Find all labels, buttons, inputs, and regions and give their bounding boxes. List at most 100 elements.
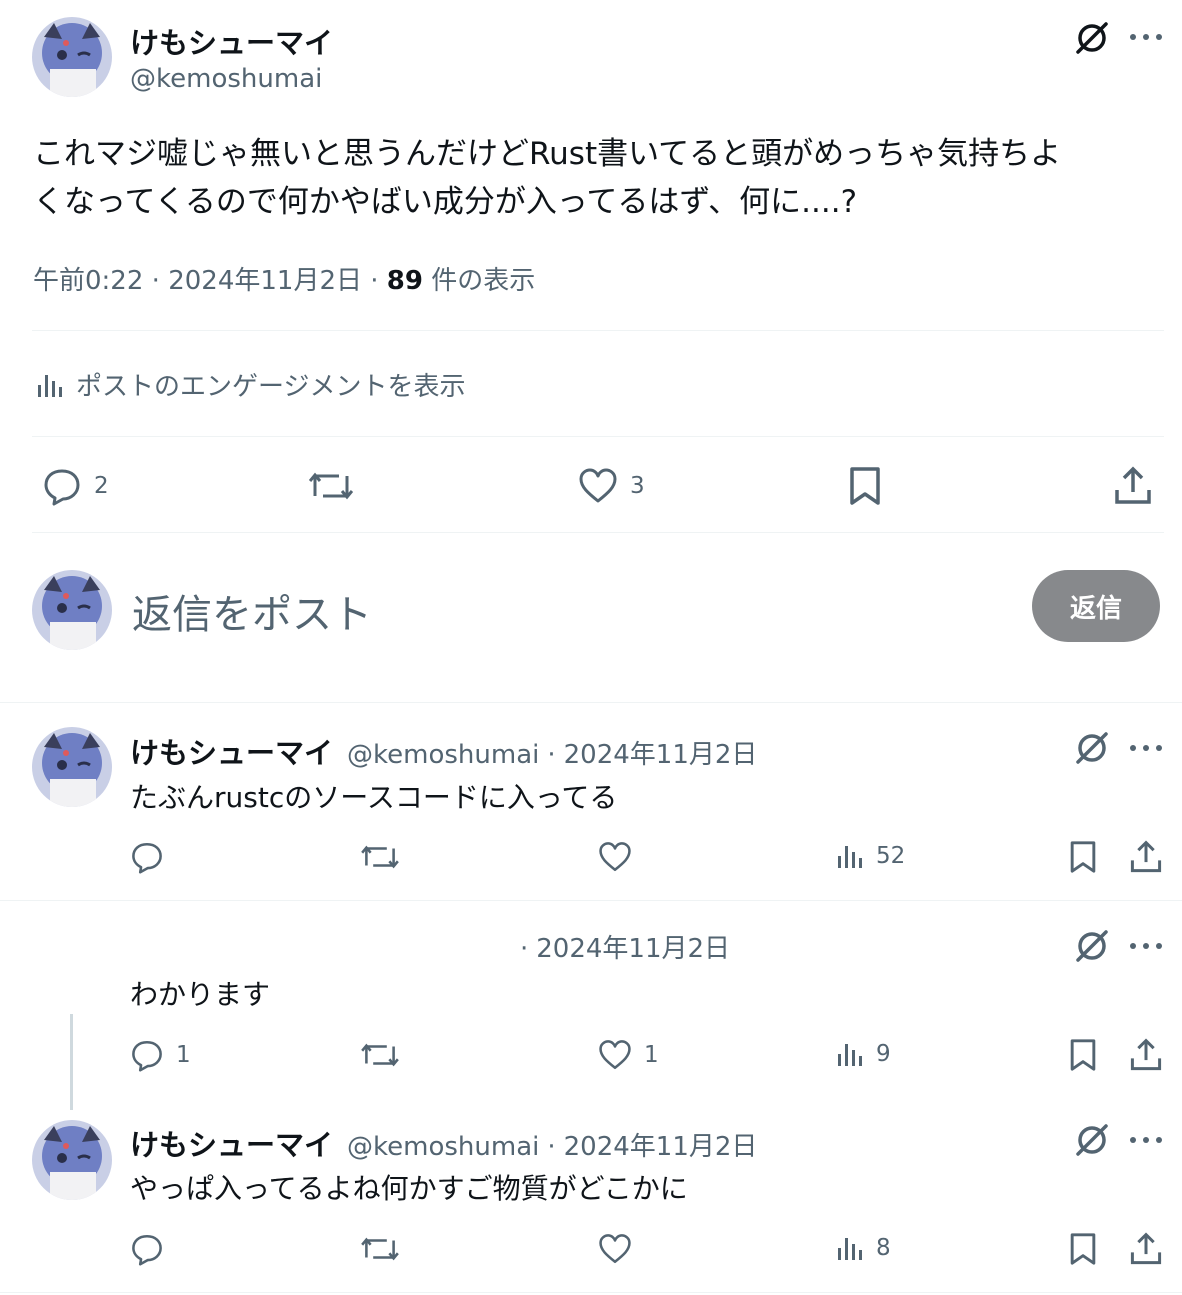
author-handle[interactable]: @kemoshumai (130, 64, 322, 94)
separator: · (520, 934, 529, 964)
grok-icon[interactable] (1073, 1121, 1111, 1159)
separator: · (151, 266, 160, 296)
post-text-line: くなってくるので何かやばい成分が入ってるはず、何に....? (33, 184, 858, 220)
reply-date[interactable]: 2024年11月2日 (536, 928, 730, 965)
more-icon[interactable] (1130, 941, 1162, 951)
like-icon (599, 1040, 631, 1070)
reply-icon (132, 1234, 162, 1266)
post-text-line: これマジ嘘じゃ無いと思うんだけどRust書いてると頭がめっちゃ気持ちよ (33, 136, 1062, 172)
separator: · (547, 740, 556, 770)
like-icon (599, 1234, 631, 1264)
author-name[interactable]: けもシューマイ (130, 20, 333, 62)
like-button[interactable] (598, 1232, 632, 1266)
reply-button[interactable]: 1 (130, 1038, 191, 1072)
views-icon (838, 1238, 862, 1260)
views-button[interactable]: 9 (836, 1040, 891, 1068)
bookmark-button[interactable] (847, 466, 883, 506)
reply-text: たぶんrustcのソースコードに入ってる (130, 781, 618, 814)
divider (32, 330, 1164, 331)
reply-icon (44, 469, 80, 506)
views-count: 89 (386, 266, 423, 296)
more-icon[interactable] (1130, 743, 1162, 753)
divider (0, 1292, 1182, 1293)
author-handle[interactable]: @kemoshumai (347, 740, 539, 770)
reply-submit-button[interactable]: 返信 (1032, 570, 1160, 642)
like-button[interactable]: 1 (598, 1038, 659, 1072)
share-button[interactable] (1129, 840, 1163, 874)
repost-button[interactable] (361, 1038, 399, 1072)
reply-button[interactable] (130, 1232, 164, 1266)
reply-button[interactable]: 2 (42, 466, 109, 506)
reply-count: 1 (176, 1042, 191, 1068)
separator: · (370, 266, 379, 296)
author-handle[interactable]: @kemoshumai (347, 1132, 539, 1162)
share-button[interactable] (1129, 1038, 1163, 1072)
views-button[interactable]: 8 (836, 1234, 891, 1262)
repost-icon (309, 472, 353, 500)
bookmark-icon (850, 467, 880, 505)
views-icon (38, 374, 62, 397)
repost-icon (361, 845, 399, 869)
author-name[interactable]: けもシューマイ (130, 1122, 333, 1164)
like-button[interactable] (598, 840, 632, 874)
bookmark-button[interactable] (1068, 1038, 1098, 1072)
more-icon[interactable] (1130, 1135, 1162, 1145)
reply-icon (132, 842, 162, 874)
reply-text: やっぱ入ってるよね何かすご物質がどこかに (130, 1172, 688, 1205)
views-label: 件の表示 (431, 266, 536, 296)
repost-icon (361, 1043, 399, 1067)
share-icon (1130, 1038, 1162, 1071)
views-button[interactable]: 52 (836, 842, 905, 870)
bookmark-button[interactable] (1068, 1232, 1098, 1266)
post-date[interactable]: 2024年11月2日 (168, 266, 362, 296)
repost-button[interactable] (309, 466, 353, 506)
share-icon (1115, 466, 1151, 504)
reply-header: けもシューマイ @kemoshumai · 2024年11月2日 (130, 730, 757, 772)
grok-icon[interactable] (1073, 729, 1111, 767)
avatar[interactable] (32, 1120, 112, 1200)
like-count: 3 (630, 473, 645, 499)
grok-icon[interactable] (1073, 19, 1111, 57)
avatar[interactable] (32, 727, 112, 807)
composer-avatar (32, 570, 112, 650)
reply-date[interactable]: 2024年11月2日 (564, 1126, 758, 1163)
engagement-link[interactable]: ポストのエンゲージメントを表示 (36, 366, 465, 403)
divider (32, 532, 1164, 533)
bookmark-icon (1070, 1039, 1096, 1071)
share-button[interactable] (1113, 466, 1153, 506)
thread-line (70, 1014, 73, 1110)
author-name[interactable]: けもシューマイ (130, 730, 333, 772)
separator: · (547, 1132, 556, 1162)
share-button[interactable] (1129, 1232, 1163, 1266)
reply-header: · 2024年11月2日 (520, 928, 730, 965)
reply-date[interactable]: 2024年11月2日 (564, 734, 758, 771)
avatar[interactable] (32, 17, 112, 97)
post-meta: 午前0:22 · 2024年11月2日 · 89 件の表示 (33, 260, 535, 297)
share-icon (1130, 840, 1162, 873)
bookmark-button[interactable] (1068, 840, 1098, 874)
views-icon (838, 1044, 862, 1066)
post-time[interactable]: 午前0:22 (33, 266, 143, 296)
post-text: これマジ嘘じゃ無いと思うんだけどRust書いてると頭がめっちゃ気持ちよ くなって… (33, 130, 1061, 226)
more-icon[interactable] (1130, 32, 1162, 42)
share-icon (1130, 1232, 1162, 1265)
reply-icon (132, 1040, 162, 1072)
view-count: 9 (876, 1041, 891, 1067)
like-icon (579, 468, 617, 503)
bookmark-icon (1070, 1233, 1096, 1265)
reply-count: 2 (94, 473, 109, 499)
engagement-label: ポストのエンゲージメントを表示 (76, 372, 466, 402)
reply-text: わかります (130, 978, 271, 1011)
bookmark-icon (1070, 841, 1096, 873)
grok-icon[interactable] (1073, 927, 1111, 965)
like-count: 1 (644, 1042, 659, 1068)
divider (32, 436, 1164, 437)
like-button[interactable]: 3 (578, 466, 645, 506)
divider (0, 900, 1182, 901)
like-icon (599, 842, 631, 872)
reply-input[interactable]: 返信をポスト (132, 582, 372, 640)
repost-button[interactable] (361, 840, 399, 874)
repost-icon (361, 1237, 399, 1261)
repost-button[interactable] (361, 1232, 399, 1266)
reply-button[interactable] (130, 840, 164, 874)
